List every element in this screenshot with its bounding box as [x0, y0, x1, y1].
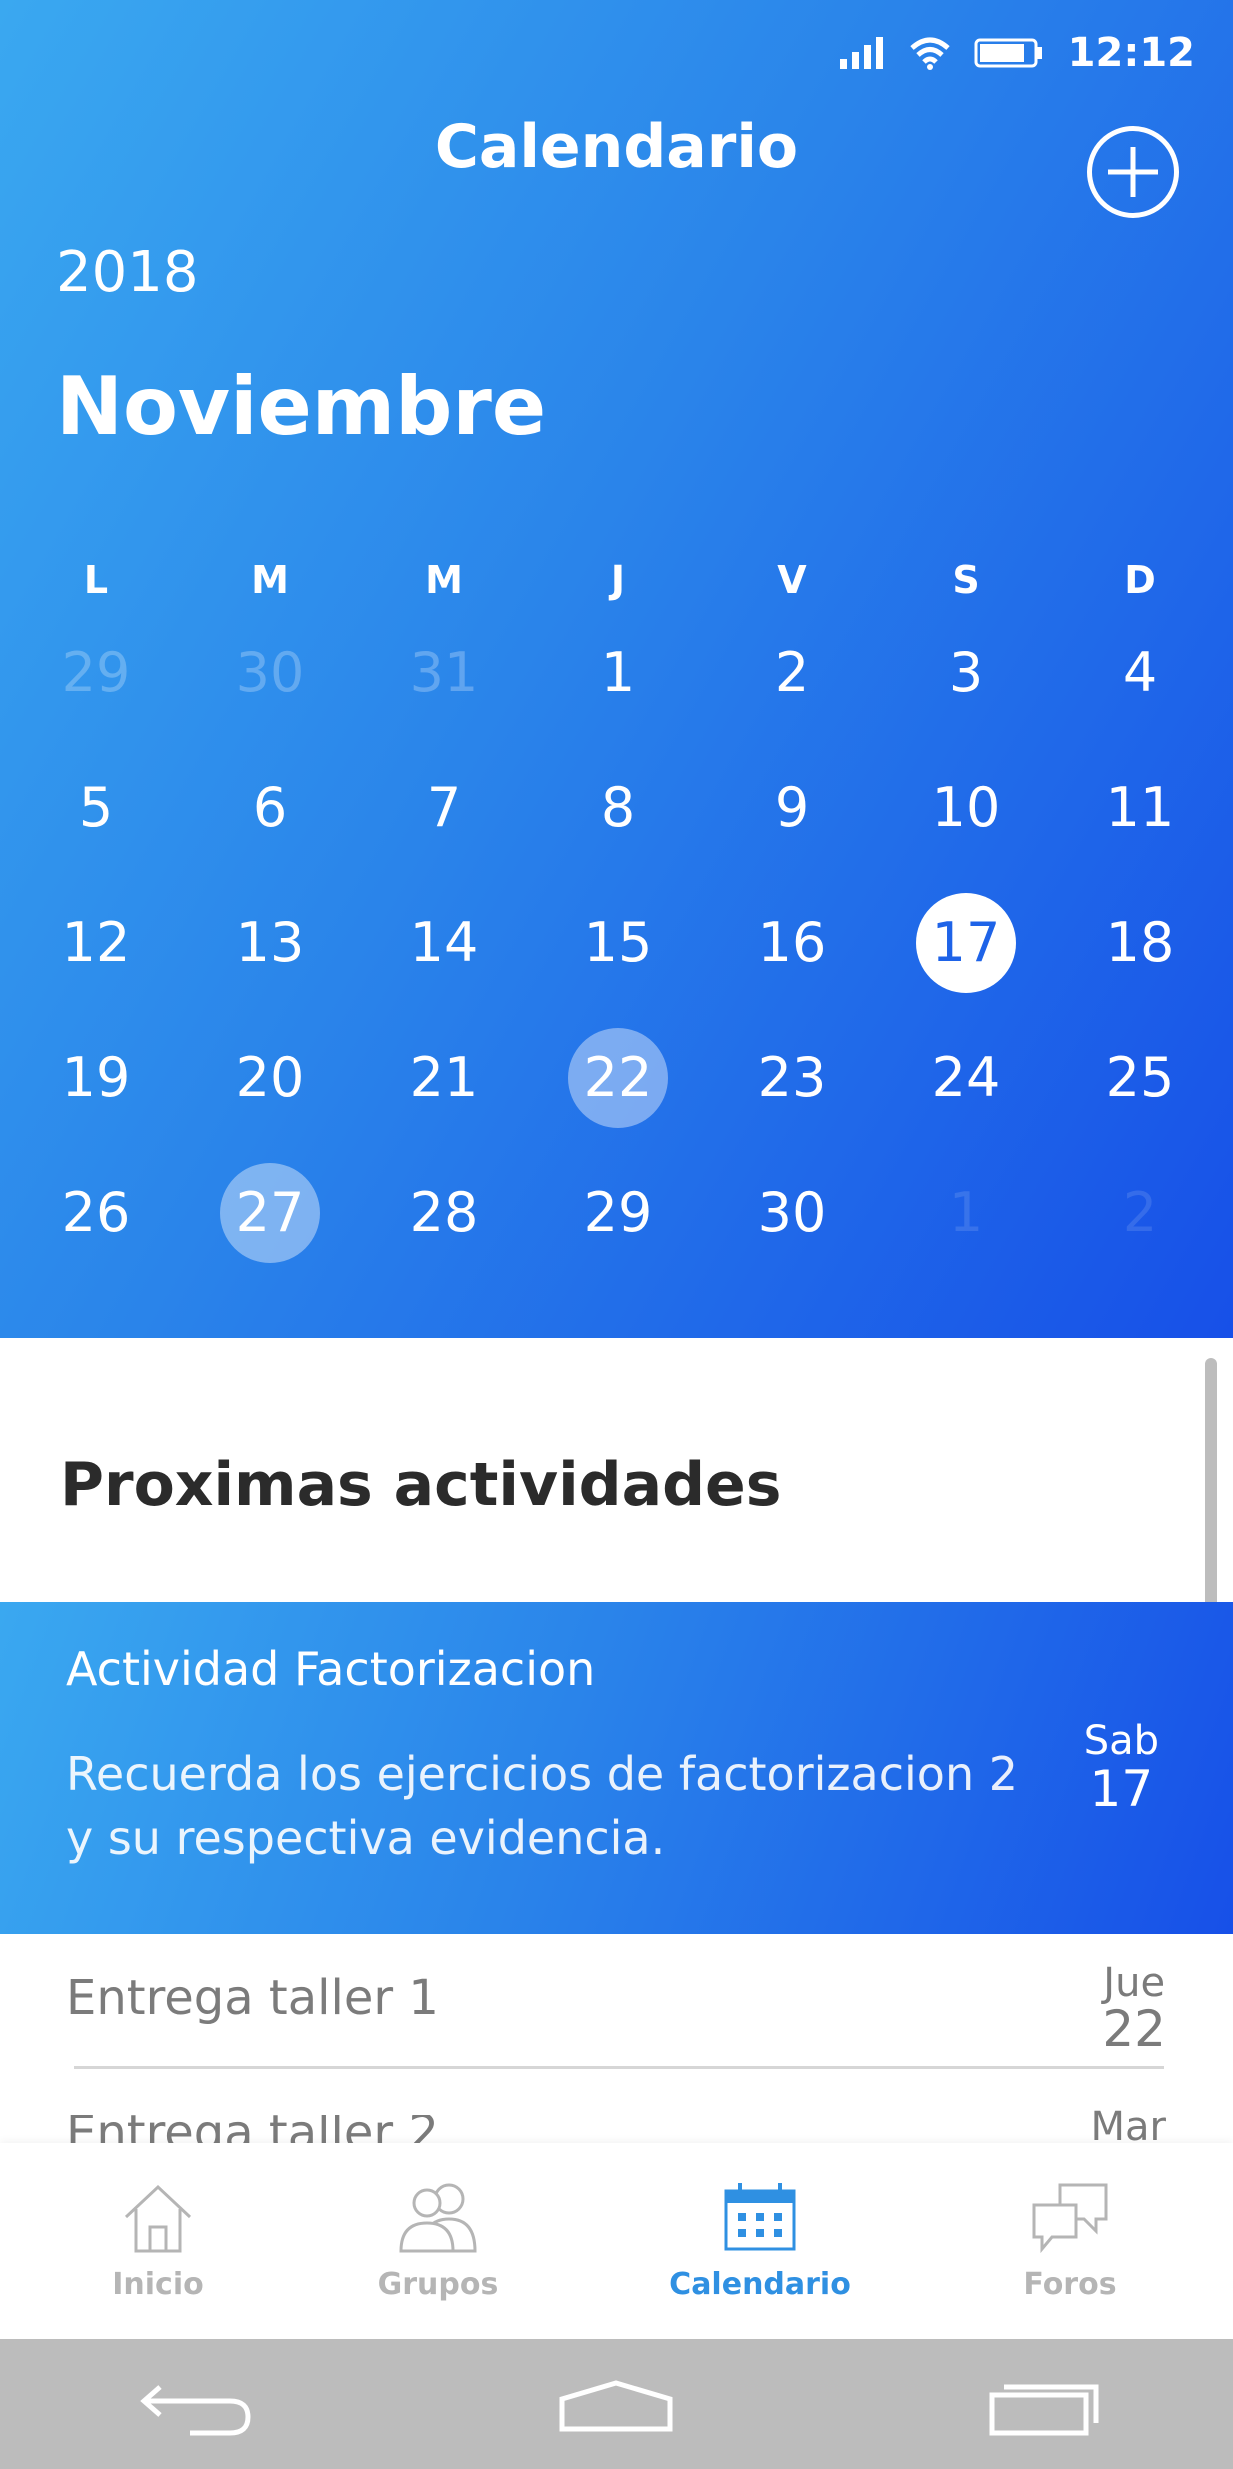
- calendar-day[interactable]: 29: [558, 1153, 678, 1273]
- calendar-day[interactable]: 2: [732, 613, 852, 733]
- calendar-day-marked[interactable]: 22: [558, 1018, 678, 1138]
- calendar-icon: [724, 2183, 796, 2251]
- calendar-day[interactable]: 20: [210, 1018, 330, 1138]
- tab-inicio[interactable]: Inicio: [38, 2179, 278, 2302]
- calendar-day[interactable]: 3: [906, 613, 1026, 733]
- calendar-day-marked[interactable]: 27: [210, 1153, 330, 1273]
- activity-row[interactable]: Entrega taller 1 Jue 22: [66, 1960, 1166, 2054]
- wifi-icon: [910, 37, 950, 70]
- calendar-day[interactable]: 10: [906, 748, 1026, 868]
- activity-date: Jue 22: [1102, 1960, 1166, 2058]
- calendar-day[interactable]: 28: [384, 1153, 504, 1273]
- signal-icon: [839, 37, 883, 69]
- calendar-day[interactable]: 6: [210, 748, 330, 868]
- status-bar: 12:12: [839, 28, 1195, 78]
- calendar-day[interactable]: 26: [36, 1153, 156, 1273]
- weekday-label: V: [777, 558, 807, 602]
- calendar-day[interactable]: 4: [1080, 613, 1200, 733]
- calendar-day[interactable]: 21: [384, 1018, 504, 1138]
- activity-date-partial: Mar: [66, 2104, 1166, 2144]
- activity-card-highlighted[interactable]: Actividad Factorizacion Recuerda los eje…: [0, 1602, 1233, 1934]
- weekday-label: D: [1124, 558, 1156, 602]
- home-nav-icon: [559, 2380, 673, 2432]
- calendar-day[interactable]: 12: [36, 883, 156, 1003]
- calendar-day[interactable]: 23: [732, 1018, 852, 1138]
- section-title: Proximas actividades: [60, 1450, 782, 1520]
- month-label: Noviembre: [56, 360, 547, 453]
- home-button[interactable]: [546, 2367, 686, 2447]
- tab-grupos[interactable]: Grupos: [318, 2179, 558, 2302]
- calendar-day[interactable]: 5: [36, 748, 156, 868]
- activity-day: 17: [1089, 1760, 1154, 1818]
- calendar-day[interactable]: 16: [732, 883, 852, 1003]
- calendar-day[interactable]: 1: [558, 613, 678, 733]
- tab-calendario[interactable]: Calendario: [640, 2179, 880, 2302]
- calendar-day[interactable]: 18: [1080, 883, 1200, 1003]
- weekday-label: L: [83, 558, 109, 602]
- calendar-day-selected[interactable]: 17: [906, 883, 1026, 1003]
- back-icon: [140, 2385, 251, 2436]
- bottom-tab-bar: Inicio Grupos Calendario Foros: [0, 2143, 1233, 2339]
- calendar-day[interactable]: 8: [558, 748, 678, 868]
- activity-day: 22: [1102, 2000, 1166, 2058]
- status-time: 12:12: [1067, 30, 1195, 76]
- calendar-day[interactable]: 24: [906, 1018, 1026, 1138]
- page-title: Calendario: [434, 112, 799, 182]
- calendar-day[interactable]: 25: [1080, 1018, 1200, 1138]
- weekday-label: S: [952, 558, 980, 602]
- calendar-day[interactable]: 14: [384, 883, 504, 1003]
- weekday-label: J: [610, 558, 626, 602]
- tab-label: Calendario: [669, 2267, 851, 2302]
- calendar-day[interactable]: 1: [906, 1153, 1026, 1273]
- activity-title: Actividad Factorizacion: [66, 1642, 596, 1696]
- divider: [74, 2066, 1164, 2069]
- activity-description: Recuerda los ejercicios de factorizacion…: [66, 1747, 1018, 1865]
- tab-label: Grupos: [377, 2267, 499, 2302]
- add-activity-button[interactable]: [1087, 126, 1179, 218]
- year-label: 2018: [56, 240, 199, 305]
- calendar-day[interactable]: 11: [1080, 748, 1200, 868]
- back-button[interactable]: [130, 2367, 270, 2447]
- calendar-day[interactable]: 30: [210, 613, 330, 733]
- recents-button[interactable]: [976, 2367, 1116, 2447]
- recents-icon: [989, 2384, 1099, 2436]
- activity-title: Entrega taller 1: [66, 1970, 439, 2026]
- weekday-label: M: [251, 558, 289, 602]
- tab-label: Foros: [1023, 2267, 1117, 2302]
- activity-weekday: Sab: [1083, 1718, 1159, 1764]
- battery-icon: [974, 38, 1042, 68]
- tab-foros[interactable]: Foros: [950, 2179, 1190, 2302]
- weekday-label: M: [425, 558, 463, 602]
- calendar-header: 12:12 Calendario 2018 Noviembre L M M J …: [0, 0, 1233, 1338]
- home-icon: [124, 2184, 192, 2253]
- calendar-day[interactable]: 31: [384, 613, 504, 733]
- tab-label: Inicio: [112, 2267, 204, 2302]
- calendar-day[interactable]: 30: [732, 1153, 852, 1273]
- calendar-day[interactable]: 15: [558, 883, 678, 1003]
- calendar-day[interactable]: 19: [36, 1018, 156, 1138]
- group-icon: [399, 2183, 477, 2253]
- calendar-day[interactable]: 7: [384, 748, 504, 868]
- calendar-day[interactable]: 13: [210, 883, 330, 1003]
- calendar-day[interactable]: 29: [36, 613, 156, 733]
- system-nav-bar: [0, 2339, 1233, 2469]
- activity-weekday: Mar: [1090, 2104, 1166, 2144]
- forum-icon: [1032, 2183, 1108, 2254]
- calendar-day[interactable]: 9: [732, 748, 852, 868]
- calendar-day[interactable]: 2: [1080, 1153, 1200, 1273]
- activity-date: Sab 17: [1083, 1717, 1159, 1818]
